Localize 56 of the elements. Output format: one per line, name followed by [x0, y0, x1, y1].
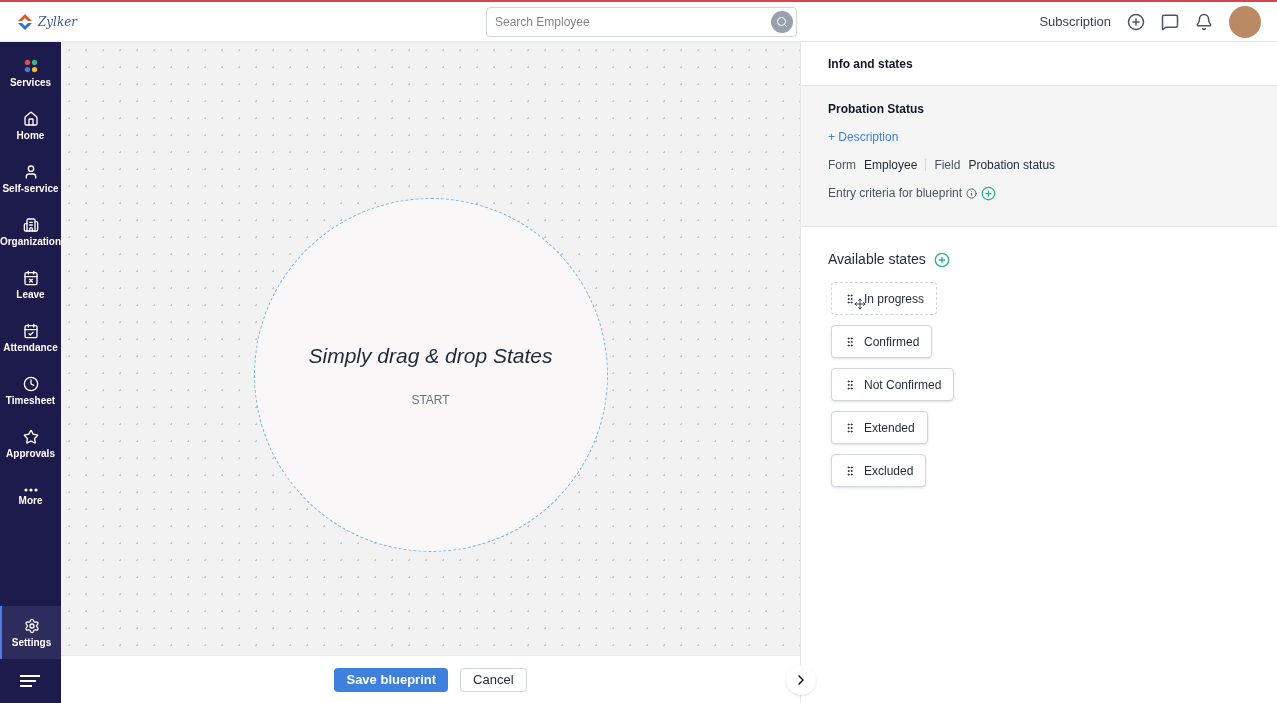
description-link[interactable]: + Description: [828, 128, 1250, 146]
save-button[interactable]: Save blueprint: [334, 667, 449, 692]
sidebar-item[interactable]: Approvals: [0, 417, 61, 470]
move-cursor-icon: [854, 298, 866, 310]
state-chip[interactable]: Extended: [831, 411, 928, 444]
state-chip[interactable]: Excluded: [831, 454, 927, 487]
logo-icon: [16, 12, 34, 31]
sidebar-item[interactable]: Leave: [0, 258, 61, 311]
state-chip[interactable]: In progress: [831, 282, 938, 315]
expand-button[interactable]: [786, 664, 816, 695]
add-state-icon[interactable]: [933, 251, 950, 268]
apps-icon: [22, 57, 39, 74]
menu-icon[interactable]: [19, 675, 42, 687]
drop-hint: Simply drag & drop States: [308, 342, 553, 369]
drag-handle-icon: [844, 292, 856, 305]
drag-handle-icon: [844, 378, 856, 391]
avatar[interactable]: [1229, 5, 1261, 38]
clock-icon: [22, 375, 39, 392]
start-label: START: [411, 392, 450, 410]
sidebar-item[interactable]: More: [0, 470, 61, 523]
settings-icon: [23, 617, 40, 634]
sidebar-item[interactable]: Services: [0, 46, 61, 99]
drag-handle-icon: [844, 421, 856, 434]
add-criteria-icon[interactable]: [981, 185, 997, 201]
blueprint-name: Probation Status: [828, 101, 925, 118]
sidebar-item[interactable]: Home: [0, 99, 61, 152]
sidebar-item[interactable]: Settings: [0, 606, 61, 659]
brand-name: Zylker: [38, 13, 78, 31]
add-icon[interactable]: [1127, 12, 1145, 31]
sidebar-item[interactable]: Self-service: [0, 152, 61, 205]
sidebar-item[interactable]: Timesheet: [0, 364, 61, 417]
sidebar-item[interactable]: Organization: [0, 205, 61, 258]
star-icon: [22, 428, 39, 445]
calendar-icon: [22, 269, 39, 286]
notification-icon[interactable]: [1195, 12, 1213, 31]
help-icon[interactable]: [1161, 12, 1179, 31]
state-chip[interactable]: Not Confirmed: [831, 368, 955, 401]
panel-title: Info and states: [828, 55, 913, 73]
state-chip[interactable]: Confirmed: [831, 325, 933, 358]
form-value: Employee: [864, 157, 918, 174]
field-label: Field: [934, 157, 961, 174]
info-icon[interactable]: [966, 187, 978, 199]
cancel-button[interactable]: Cancel: [460, 667, 527, 692]
sidebar-item[interactable]: Attendance: [0, 311, 61, 364]
subscription-link[interactable]: Subscription: [1039, 11, 1111, 32]
drag-handle-icon: [844, 464, 856, 477]
field-value: Probation status: [968, 157, 1056, 174]
home-icon: [22, 110, 39, 127]
entry-criteria-label: Entry criteria for blueprint: [828, 185, 963, 202]
search-field[interactable]: Search Employee: [486, 6, 797, 37]
calendar-check-icon: [22, 322, 39, 339]
form-label: Form: [828, 157, 856, 174]
states-title: Available states: [828, 250, 926, 269]
drag-handle-icon: [844, 335, 856, 348]
more-icon: [23, 487, 38, 492]
building-icon: [22, 216, 39, 233]
